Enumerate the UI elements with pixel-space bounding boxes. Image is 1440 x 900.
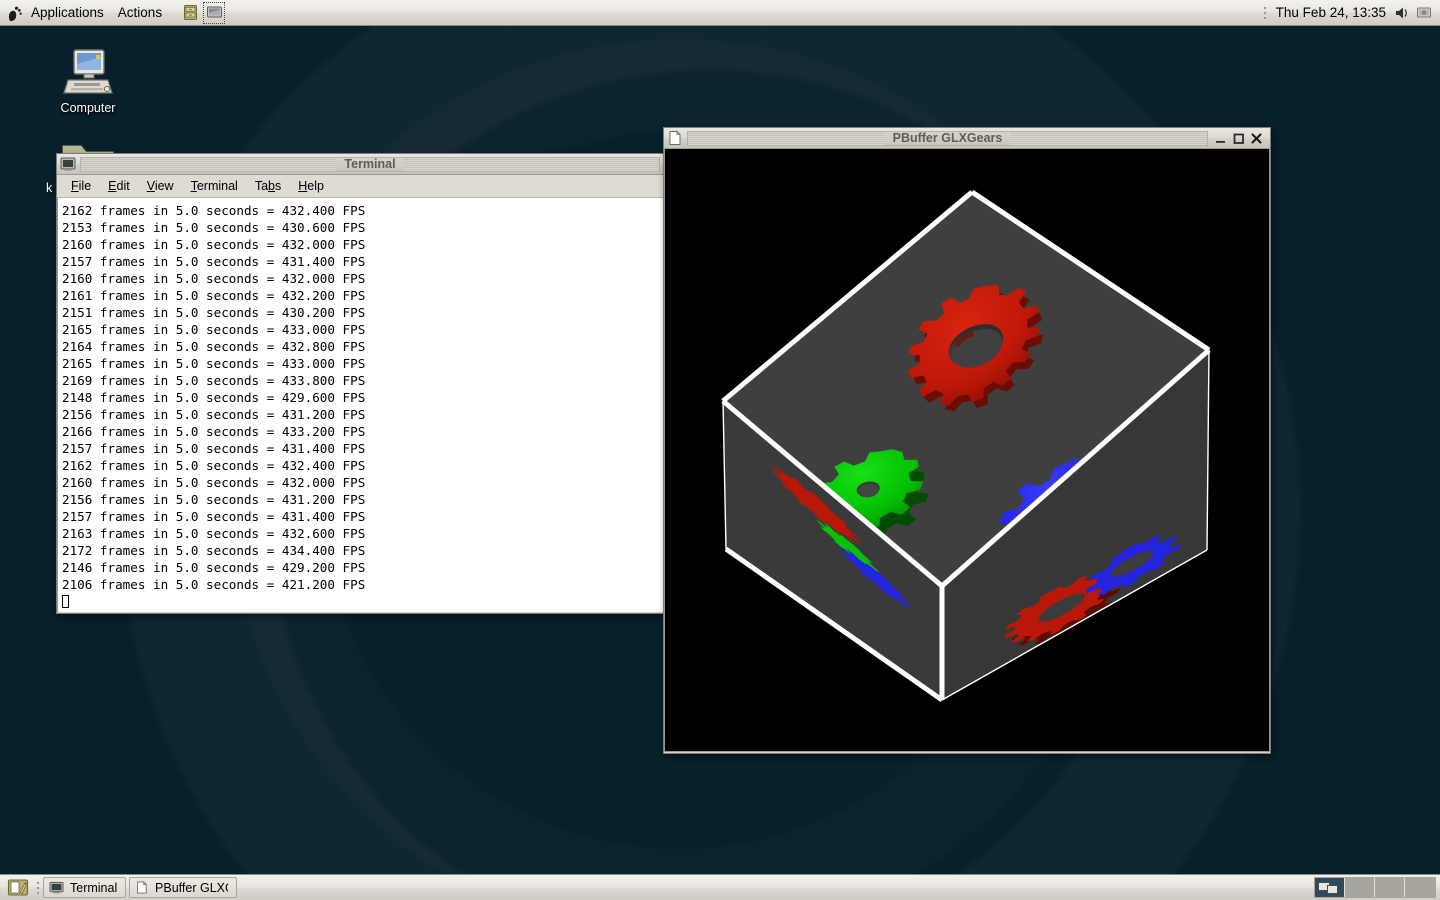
workspace-1[interactable]	[1315, 878, 1345, 897]
menu-file[interactable]: File	[63, 177, 99, 195]
terminal-line: 2166 frames in 5.0 seconds = 433.200 FPS	[62, 424, 366, 439]
terminal-line: 2106 frames in 5.0 seconds = 421.200 FPS	[62, 577, 366, 592]
terminal-icon	[206, 6, 222, 18]
terminal-line: 2156 frames in 5.0 seconds = 431.200 FPS	[62, 492, 366, 507]
clock[interactable]: Thu Feb 24, 13:35	[1272, 5, 1390, 20]
terminal-line: 2157 frames in 5.0 seconds = 431.400 FPS	[62, 254, 366, 269]
file-cabinet-icon	[183, 5, 197, 20]
desktop[interactable]: Computer k Terminal File Edit View Termi…	[0, 0, 1440, 900]
terminal-lines: 2162 frames in 5.0 seconds = 432.400 FPS…	[62, 202, 663, 593]
glxgears-titlebar[interactable]: PBuffer GLXGears	[664, 128, 1270, 149]
task-button-glxgears-label: PBuffer GLXG	[155, 880, 229, 895]
workspace-switcher[interactable]	[1314, 877, 1436, 898]
terminal-title: Terminal	[336, 157, 404, 171]
terminal-line: 2163 frames in 5.0 seconds = 432.600 FPS	[62, 526, 366, 541]
taskbar-grip[interactable]	[35, 879, 40, 897]
terminal-line: 2165 frames in 5.0 seconds = 433.000 FPS	[62, 322, 366, 337]
actions-menu-label: Actions	[117, 5, 163, 20]
desktop-icon-label: Computer	[60, 101, 116, 115]
terminal-window-icon	[60, 156, 76, 172]
menu-tabs[interactable]: Tabs	[247, 177, 289, 195]
terminal-line: 2164 frames in 5.0 seconds = 432.800 FPS	[62, 339, 366, 354]
terminal-titlebar[interactable]: Terminal	[57, 154, 663, 175]
maximize-button[interactable]	[1232, 132, 1245, 145]
terminal-line: 2165 frames in 5.0 seconds = 433.000 FPS	[62, 356, 366, 371]
top-panel[interactable]: Applications Actions Thu Feb 24, 13:35 ⚙	[0, 0, 1440, 26]
desktop-icon-computer[interactable]: Computer	[42, 42, 134, 115]
gnome-foot-icon[interactable]	[6, 4, 24, 22]
workspace-window-preview	[1327, 885, 1338, 894]
terminal-line: 2153 frames in 5.0 seconds = 430.600 FPS	[62, 220, 366, 235]
terminal-line: 2157 frames in 5.0 seconds = 431.400 FPS	[62, 509, 366, 524]
terminal-line: 2162 frames in 5.0 seconds = 432.400 FPS	[62, 458, 366, 473]
glxgears-window[interactable]: PBuffer GLXGears	[663, 127, 1271, 754]
terminal-title-stripe: Terminal	[80, 156, 660, 172]
terminal-line: 2161 frames in 5.0 seconds = 432.200 FPS	[62, 288, 366, 303]
task-button-terminal-label: Terminal	[70, 880, 118, 895]
svg-text:⚙: ⚙	[1422, 9, 1427, 16]
menu-view[interactable]: View	[139, 177, 182, 195]
close-button[interactable]	[1250, 132, 1263, 145]
workspace-3[interactable]	[1375, 878, 1405, 897]
terminal-line: 2157 frames in 5.0 seconds = 431.400 FPS	[62, 441, 366, 456]
glxgears-title-stripe: PBuffer GLXGears	[687, 130, 1208, 146]
minimize-button[interactable]	[1214, 132, 1227, 145]
terminal-line: 2156 frames in 5.0 seconds = 431.200 FPS	[62, 407, 366, 422]
menu-edit[interactable]: Edit	[100, 177, 138, 195]
window-controls[interactable]	[1212, 132, 1267, 145]
notes-applet-icon[interactable]	[4, 878, 32, 898]
spinning-gear-cube	[665, 149, 1269, 751]
terminal-launcher[interactable]	[203, 1, 226, 24]
glxgears-render-canvas[interactable]	[664, 149, 1270, 752]
desktop-icon-label-fragment: k	[46, 181, 53, 195]
terminal-line: 2146 frames in 5.0 seconds = 429.200 FPS	[62, 560, 366, 575]
applications-menu-label: Applications	[31, 5, 104, 20]
workspace-2[interactable]	[1345, 878, 1375, 897]
task-button-glxgears[interactable]: PBuffer GLXG	[129, 877, 238, 898]
terminal-line: 2160 frames in 5.0 seconds = 432.000 FPS	[62, 237, 366, 252]
terminal-prompt-line	[62, 593, 663, 610]
terminal-output-area[interactable]: 2162 frames in 5.0 seconds = 432.400 FPS…	[57, 198, 663, 612]
file-manager-launcher[interactable]	[179, 2, 201, 24]
terminal-line: 2160 frames in 5.0 seconds = 432.000 FPS	[62, 271, 366, 286]
terminal-cursor	[62, 595, 69, 608]
glxgears-title: PBuffer GLXGears	[884, 131, 1011, 145]
display-applet-icon[interactable]: ⚙	[1416, 6, 1432, 20]
terminal-window[interactable]: Terminal File Edit View Terminal Tabs He…	[56, 153, 664, 614]
taskbar-left-tray[interactable]	[4, 878, 40, 898]
terminal-line: 2169 frames in 5.0 seconds = 433.800 FPS	[62, 373, 366, 388]
document-icon	[137, 881, 148, 894]
terminal-line: 2148 frames in 5.0 seconds = 429.600 FPS	[62, 390, 366, 405]
workspace-4[interactable]	[1405, 878, 1435, 897]
panel-grip[interactable]	[1263, 4, 1268, 22]
terminal-line: 2162 frames in 5.0 seconds = 432.400 FPS	[62, 203, 366, 218]
terminal-line: 2160 frames in 5.0 seconds = 432.000 FPS	[62, 475, 366, 490]
terminal-line: 2172 frames in 5.0 seconds = 434.400 FPS	[62, 543, 366, 558]
task-button-terminal[interactable]: Terminal	[43, 877, 127, 898]
panel-tray[interactable]: Thu Feb 24, 13:35 ⚙	[1263, 4, 1440, 22]
actions-menu[interactable]: Actions	[111, 1, 169, 25]
computer-icon	[42, 42, 134, 98]
terminal-window-icon	[49, 881, 64, 894]
applications-menu[interactable]: Applications	[24, 1, 111, 25]
terminal-line: 2151 frames in 5.0 seconds = 430.200 FPS	[62, 305, 366, 320]
menu-terminal[interactable]: Terminal	[183, 177, 246, 195]
panel-launchers[interactable]	[179, 1, 226, 24]
document-icon	[667, 130, 683, 146]
menu-help[interactable]: Help	[290, 177, 332, 195]
terminal-menubar[interactable]: File Edit View Terminal Tabs Help	[57, 175, 663, 198]
taskbar[interactable]: Terminal PBuffer GLXG	[0, 874, 1440, 900]
speaker-icon[interactable]	[1394, 5, 1412, 21]
